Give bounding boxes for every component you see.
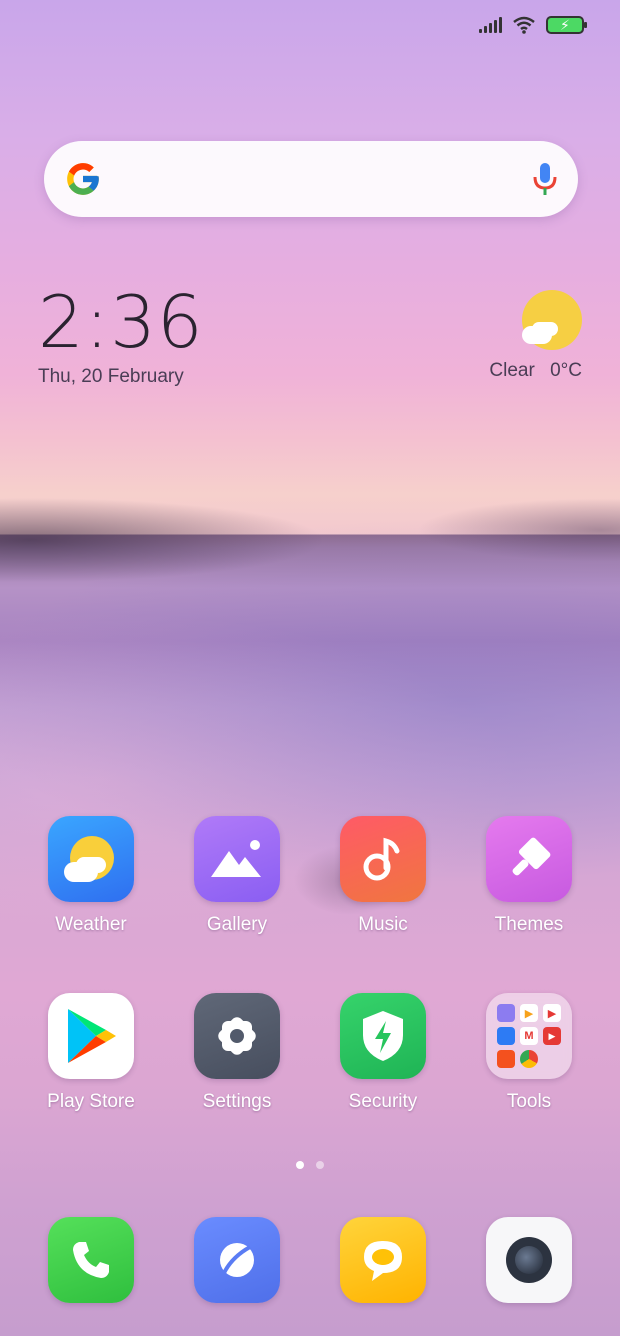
weather-icon <box>48 816 134 902</box>
page-dot-active <box>296 1161 304 1169</box>
phone-icon <box>48 1217 134 1303</box>
google-search-bar[interactable] <box>44 141 578 217</box>
page-dot <box>316 1161 324 1169</box>
app-label: Settings <box>202 1091 272 1112</box>
security-icon <box>340 993 426 1079</box>
contacts-mini-icon <box>497 1027 515 1045</box>
app-settings[interactable]: Settings <box>177 993 297 1113</box>
dock-messages[interactable] <box>323 1217 443 1303</box>
clock-date: Thu, 20 February <box>38 366 184 387</box>
duo-mini-icon <box>497 1050 515 1068</box>
sun-cloud-icon <box>522 290 582 350</box>
app-label: Themes <box>494 914 564 935</box>
dock-browser[interactable] <box>177 1217 297 1303</box>
app-label: Play Store <box>47 1091 135 1112</box>
music-icon <box>340 816 426 902</box>
app-security[interactable]: Security <box>323 993 443 1113</box>
app-label: Tools <box>506 1091 552 1112</box>
notes-mini-icon <box>497 1004 515 1022</box>
app-label: Gallery <box>206 914 268 935</box>
app-music[interactable]: Music <box>323 816 443 936</box>
weather-condition: Clear <box>489 360 535 381</box>
app-play-store[interactable]: Play Store <box>31 993 151 1113</box>
app-tools-folder[interactable]: ▶ ▶ M ▶ Tools <box>469 993 589 1113</box>
gmail-mini-icon: M <box>520 1027 538 1045</box>
app-weather[interactable]: Weather <box>31 816 151 936</box>
clock-widget[interactable]: 2:36 Thu, 20 February <box>38 282 204 388</box>
app-label: Weather <box>55 914 127 935</box>
gallery-icon <box>194 816 280 902</box>
google-logo-icon <box>67 163 99 195</box>
status-bar: ⚡ <box>479 16 587 34</box>
camera-icon <box>486 1217 572 1303</box>
battery-charging-icon: ⚡ <box>546 16 587 34</box>
weather-temperature: 0°C <box>550 360 582 381</box>
app-label: Security <box>348 1091 418 1112</box>
app-themes[interactable]: Themes <box>469 816 589 936</box>
themes-icon <box>486 816 572 902</box>
youtube-mini-icon: ▶ <box>543 1027 561 1045</box>
play-movies-mini-icon: ▶ <box>543 1004 561 1022</box>
chrome-mini-icon <box>520 1050 538 1068</box>
dock-camera[interactable] <box>469 1217 589 1303</box>
tools-folder-icon: ▶ ▶ M ▶ <box>486 993 572 1079</box>
play-store-icon <box>48 993 134 1079</box>
wifi-icon <box>513 16 535 34</box>
settings-icon <box>194 993 280 1079</box>
dock-phone[interactable] <box>31 1217 151 1303</box>
app-gallery[interactable]: Gallery <box>177 816 297 936</box>
page-indicator <box>0 1161 620 1169</box>
microphone-icon[interactable] <box>532 161 558 197</box>
browser-icon <box>194 1217 280 1303</box>
signal-icon <box>479 17 502 33</box>
weather-widget[interactable]: Clear 0°C <box>489 290 582 382</box>
app-label: Music <box>358 914 408 935</box>
messages-icon <box>340 1217 426 1303</box>
play-games-mini-icon: ▶ <box>520 1004 538 1022</box>
clock-time: 2:36 <box>38 280 204 364</box>
